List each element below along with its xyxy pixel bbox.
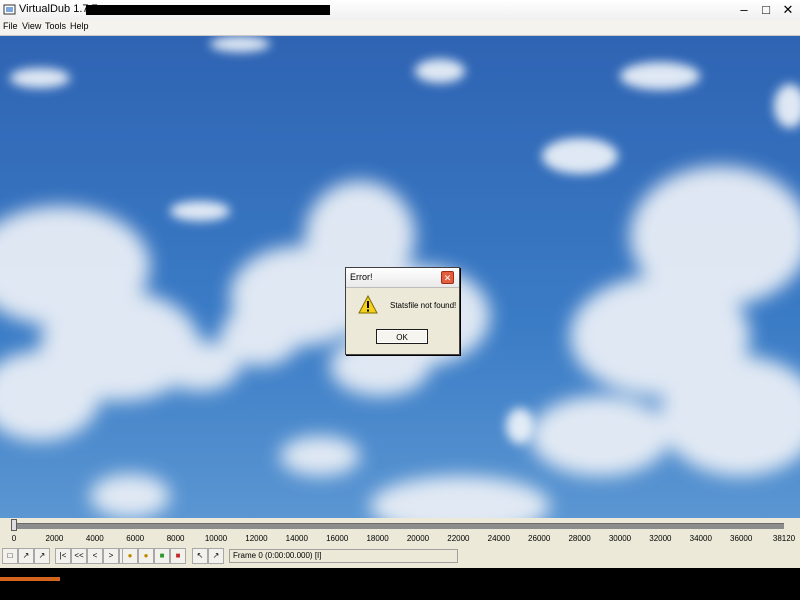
timeline-tick-label: 8000 xyxy=(166,534,185,543)
warning-icon xyxy=(358,295,378,314)
timeline-tick-label: 22000 xyxy=(447,534,470,543)
timeline-tick-label: 34000 xyxy=(689,534,712,543)
timeline-tick-label: 28000 xyxy=(568,534,591,543)
timeline-tick-label: 38120 xyxy=(772,534,796,543)
timeline-tick-label: 20000 xyxy=(406,534,430,543)
mark-in-icon: ■ xyxy=(159,551,165,560)
title-bar: VirtualDub 1.7.7 - – □ ✕ xyxy=(0,0,800,21)
timeline-thumb[interactable] xyxy=(11,519,17,531)
timeline-tick-label: 26000 xyxy=(528,534,551,543)
timeline-tick-label: 30000 xyxy=(608,534,632,543)
menu-help[interactable]: Help xyxy=(70,21,89,31)
prev-mark-button[interactable]: ↖ xyxy=(192,548,208,564)
timeline-tick-label: 18000 xyxy=(366,534,389,543)
start-icon: |< xyxy=(59,551,67,560)
play-output-button[interactable]: ↗ xyxy=(34,548,50,564)
taskbar xyxy=(0,568,800,600)
ok-button[interactable]: OK xyxy=(376,329,428,344)
timeline-tick-label: 16000 xyxy=(326,534,349,543)
menu-view[interactable]: View xyxy=(22,21,41,31)
error-dialog: Error! ✕ Statsfile not found! OK xyxy=(345,267,460,355)
maximize-button[interactable]: □ xyxy=(756,1,776,19)
scene-forward-icon: ● xyxy=(143,551,149,560)
virtualdub-app-icon xyxy=(3,4,16,15)
stop-button[interactable]: □ xyxy=(2,548,18,564)
timeline-tick-label: 14000 xyxy=(285,534,308,543)
timeline-track[interactable] xyxy=(12,523,784,529)
next-mark-icon: ↗ xyxy=(212,551,220,560)
timeline: 0 2000 4000 6000 8000 10000 12000 14000 16000 180… xyxy=(0,518,800,546)
prev-frame-icon: < xyxy=(92,551,98,560)
dialog-message: Statsfile not found! xyxy=(390,301,457,310)
timeline-tick-label: 0 xyxy=(11,534,17,543)
frame-status: Frame 0 (0:00:00.000) [I] xyxy=(229,549,458,563)
prev-keyframe-button[interactable]: << xyxy=(71,548,87,564)
timeline-tick-label: 6000 xyxy=(126,534,145,543)
prev-mark-icon: ↖ xyxy=(196,551,204,560)
stop-icon: □ xyxy=(7,551,13,560)
mark-in-button[interactable]: ■ xyxy=(154,548,170,564)
menu-bar: File View Tools Help xyxy=(0,20,800,36)
prev-frame-button[interactable]: < xyxy=(87,548,103,564)
next-frame-icon: > xyxy=(108,551,114,560)
scene-forward-button[interactable]: ● xyxy=(138,548,154,564)
play-output-icon: ↗ xyxy=(38,551,46,560)
dialog-title-bar[interactable]: Error! ✕ xyxy=(346,268,459,288)
timeline-tick-label: 2000 xyxy=(45,534,64,543)
dialog-close-button[interactable]: ✕ xyxy=(441,271,454,284)
prev-keyframe-icon: << xyxy=(74,551,84,560)
mark-out-icon: ■ xyxy=(175,551,181,560)
dialog-title: Error! xyxy=(350,272,373,282)
menu-file[interactable]: File xyxy=(3,21,18,31)
timeline-tick-label: 10000 xyxy=(204,534,228,543)
timeline-tick-label: 32000 xyxy=(649,534,672,543)
minimize-button[interactable]: – xyxy=(734,1,754,19)
scene-back-button[interactable]: ● xyxy=(122,548,138,564)
taskbar-start-edge xyxy=(0,577,60,581)
title-redaction xyxy=(86,5,330,15)
play-input-button[interactable]: ↗ xyxy=(18,548,34,564)
timeline-tick-label: 4000 xyxy=(85,534,104,543)
playback-toolbar: □ ↗ ↗ |< << < > >| ● ● ■ ■ ↖ ↗ Frame 0 (… xyxy=(0,546,800,568)
next-frame-button[interactable]: > xyxy=(103,548,119,564)
play-input-icon: ↗ xyxy=(22,551,30,560)
menu-tools[interactable]: Tools xyxy=(45,21,66,31)
timeline-tick-label: 36000 xyxy=(730,534,753,543)
timeline-tick-label: 12000 xyxy=(245,534,268,543)
scene-back-icon: ● xyxy=(127,551,133,560)
timeline-tick-label: 24000 xyxy=(487,534,510,543)
close-button[interactable]: ✕ xyxy=(778,1,798,19)
next-mark-button[interactable]: ↗ xyxy=(208,548,224,564)
mark-out-button[interactable]: ■ xyxy=(170,548,186,564)
go-start-button[interactable]: |< xyxy=(55,548,71,564)
